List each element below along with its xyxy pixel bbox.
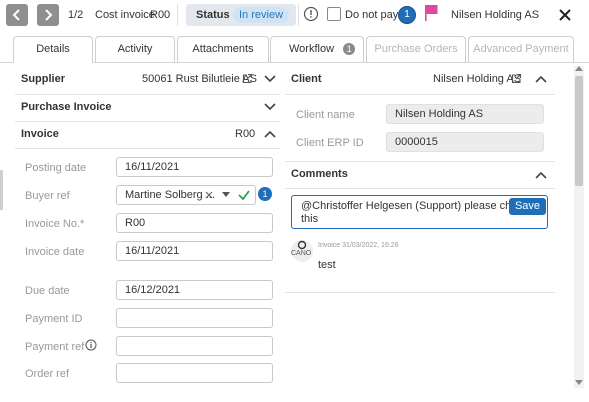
tab-workflow[interactable]: Workflow 1 — [270, 36, 364, 62]
invoice-no-input[interactable]: R00 — [116, 213, 273, 233]
tab-bar: Details Activity Attachments Workflow 1 … — [0, 36, 589, 63]
flag-icon[interactable] — [423, 4, 439, 22]
document-title: Cost invoice — [95, 9, 155, 21]
do-not-pay-label: Do not pay — [345, 9, 399, 21]
invoice-header[interactable]: Invoice — [21, 121, 59, 147]
comment-text: test — [318, 259, 336, 271]
status-label: Status — [196, 9, 230, 21]
invoice-date-label: Invoice date — [25, 246, 85, 258]
invoice-no-label: Invoice No.* — [25, 218, 85, 230]
company-name: Nilsen Holding AS — [451, 9, 540, 21]
invoice-header-value: R00 — [235, 128, 256, 140]
tab-purchase-orders[interactable]: Purchase Orders — [366, 36, 466, 62]
comment-draft-line1: @Christoffer Helgesen (Support) please c… — [301, 200, 529, 212]
posting-date-input[interactable]: 16/11/2021 — [116, 157, 273, 177]
due-date-label: Due date — [25, 285, 70, 297]
chevron-up-icon[interactable] — [534, 168, 548, 182]
save-button[interactable]: Save — [509, 198, 546, 215]
buyer-ref-value: Martine Solberg ... — [125, 189, 215, 201]
tab-activity[interactable]: Activity — [95, 36, 175, 62]
comment-draft-line2: this — [301, 213, 319, 225]
payment-ref-label: Payment ref — [25, 341, 85, 353]
info-icon[interactable] — [85, 339, 97, 351]
payment-ref-input[interactable] — [116, 336, 273, 356]
chevron-right-icon — [45, 9, 53, 21]
previous-button[interactable] — [6, 4, 28, 26]
scrollbar-thumb[interactable] — [575, 76, 583, 186]
client-value: Nilsen Holding AS — [433, 73, 522, 85]
scroll-down-icon[interactable] — [575, 380, 583, 386]
client-name-field: Nilsen Holding AS — [386, 104, 544, 124]
record-counter: 1/2 — [68, 9, 84, 21]
order-ref-label: Order ref — [25, 368, 70, 380]
info-icon[interactable] — [303, 6, 319, 22]
comments-header[interactable]: Comments — [291, 161, 348, 187]
side-handle — [0, 170, 3, 210]
scroll-up-icon[interactable] — [575, 66, 583, 72]
chevron-up-icon[interactable] — [534, 72, 548, 86]
posting-date-label: Posting date — [25, 162, 87, 174]
notification-badge[interactable]: 1 — [398, 6, 416, 24]
top-bar: 1/2 Cost invoice R00 Status In review Do… — [0, 0, 589, 32]
clear-icon[interactable] — [205, 191, 213, 199]
buyer-ref-label: Buyer ref — [25, 190, 70, 202]
buyer-ref-badge[interactable]: 1 — [258, 187, 272, 201]
purchase-invoice-header[interactable]: Purchase Invoice — [21, 94, 112, 120]
payment-id-label: Payment ID — [25, 313, 83, 325]
avatar-initials: CANO — [291, 250, 312, 257]
chevron-up-icon[interactable] — [263, 127, 277, 141]
document-number: R00 — [150, 9, 171, 21]
tab-details[interactable]: Details — [13, 36, 93, 63]
client-erp-field: 0000015 — [386, 132, 544, 152]
external-link-icon[interactable] — [242, 73, 253, 84]
chevron-down-icon[interactable] — [263, 72, 277, 86]
supplier-header[interactable]: Supplier — [21, 66, 65, 92]
client-name-label: Client name — [296, 109, 355, 121]
avatar: CANO — [291, 240, 313, 262]
dropdown-caret-icon[interactable] — [222, 192, 230, 198]
close-icon[interactable] — [558, 8, 572, 22]
external-link-icon[interactable] — [511, 73, 522, 84]
supplier-value: 50061 Rust Bilutleie AS — [142, 73, 257, 85]
comment-meta: Invoice 31/03/2022, 16:26 — [318, 242, 399, 249]
do-not-pay-checkbox[interactable] — [327, 7, 341, 21]
client-header[interactable]: Client — [291, 66, 322, 92]
payment-id-input[interactable] — [116, 308, 273, 328]
tab-attachments[interactable]: Attachments — [177, 36, 269, 62]
buyer-ref-select[interactable]: Martine Solberg ... — [116, 185, 256, 205]
chevron-down-icon[interactable] — [263, 100, 277, 114]
due-date-input[interactable]: 16/12/2021 — [116, 280, 273, 300]
invoice-date-input[interactable]: 16/11/2021 — [116, 241, 273, 261]
tab-workflow-label: Workflow — [289, 43, 335, 55]
tab-advanced-payment[interactable]: Advanced Payment — [468, 36, 574, 62]
next-button[interactable] — [37, 4, 59, 26]
status-badge[interactable]: In review — [233, 7, 290, 23]
client-erp-label: Client ERP ID — [296, 137, 364, 149]
sync-icon — [297, 240, 307, 250]
order-ref-input[interactable] — [116, 363, 273, 383]
check-icon — [238, 190, 250, 201]
workflow-badge: 1 — [343, 43, 356, 56]
chevron-left-icon — [12, 9, 20, 21]
